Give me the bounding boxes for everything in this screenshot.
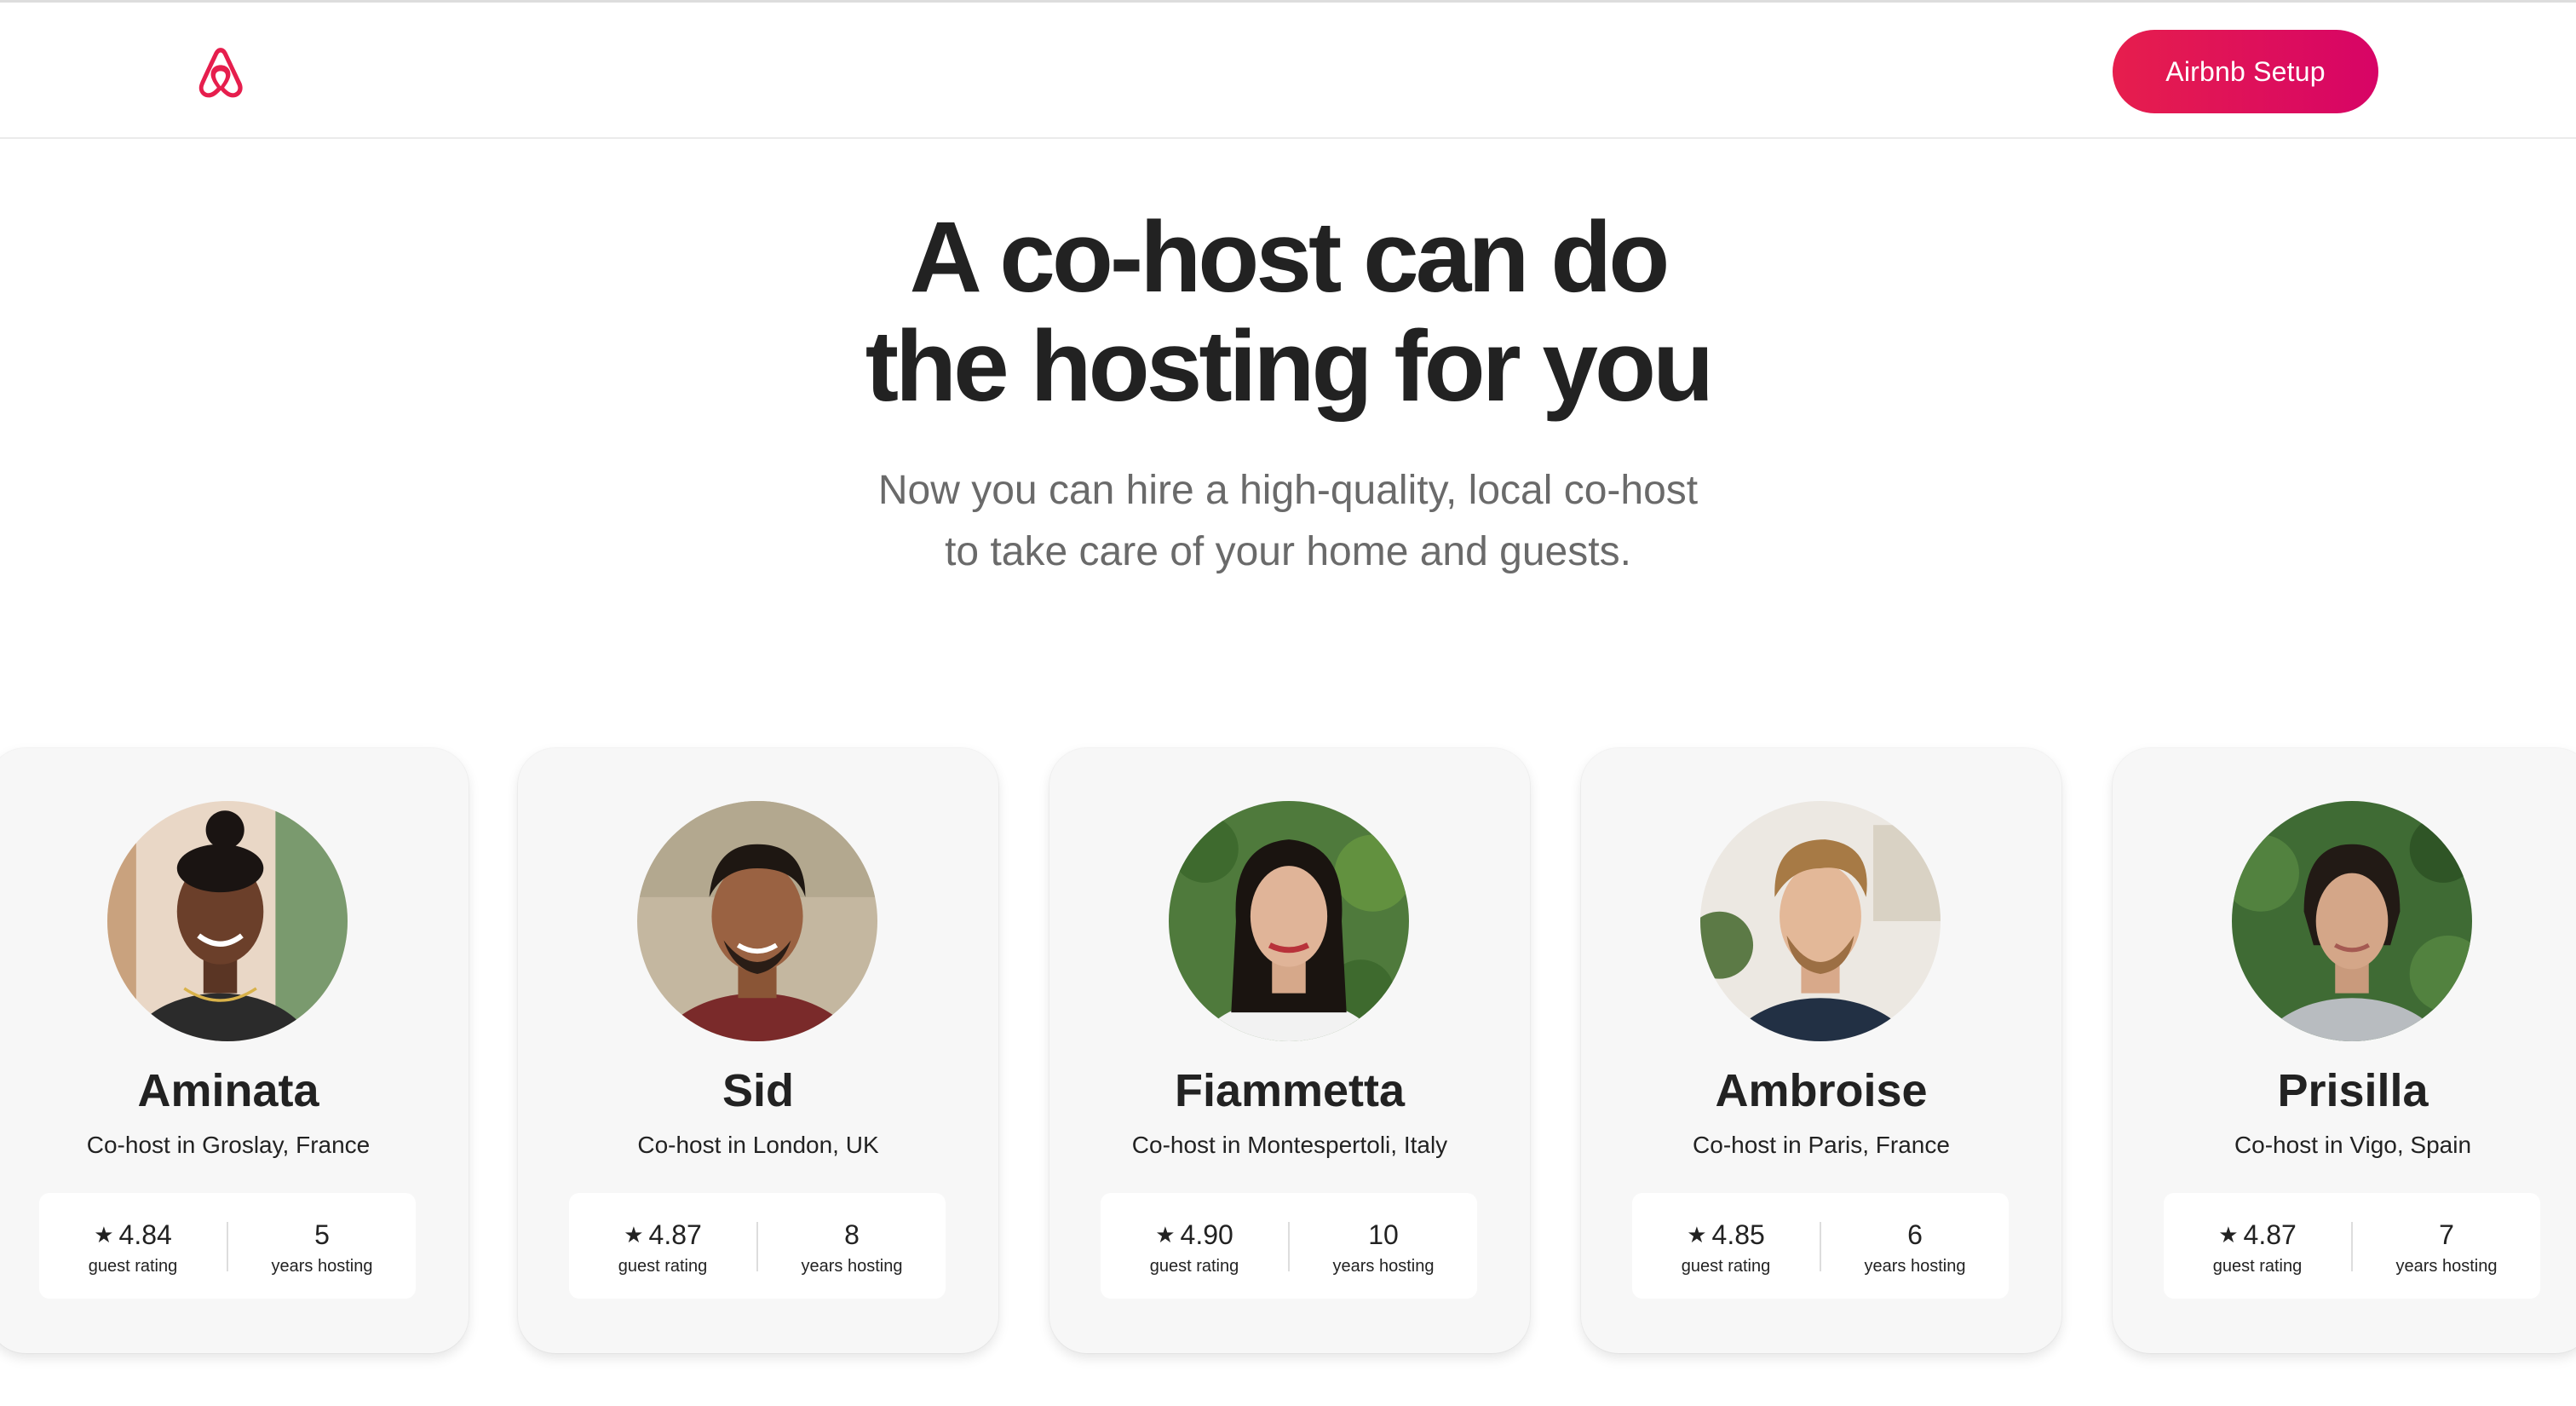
guest-rating-value: 4.87 xyxy=(2243,1219,2297,1250)
avatar xyxy=(1700,801,1941,1041)
star-icon: ★ xyxy=(624,1222,644,1248)
cohost-name: Aminata xyxy=(137,1065,319,1116)
years-hosting-value: 10 xyxy=(1368,1219,1399,1250)
cohost-card-sid[interactable]: Sid Co-host in London, UK ★ 4.87 guest ra… xyxy=(518,748,998,1353)
cohost-stats: ★ 4.90 guest rating 10 years hosting xyxy=(1101,1193,1477,1299)
guest-rating-stat: ★ 4.87 guest rating xyxy=(569,1193,756,1299)
cohost-location: Co-host in Paris, France xyxy=(1693,1132,1950,1158)
hero-title-line-1: A co-host can do xyxy=(909,201,1670,314)
cohost-stats: ★ 4.87 guest rating 8 years hosting xyxy=(569,1193,946,1299)
hero-subtitle: Now you can hire a high-quality, local c… xyxy=(0,460,2576,583)
cohost-name: Prisilla xyxy=(2277,1065,2429,1116)
cohost-card-ambroise[interactable]: Ambroise Co-host in Paris, France ★ 4.85 … xyxy=(1581,748,2061,1353)
hero-subtitle-line-1: Now you can hire a high-quality, local c… xyxy=(877,468,1699,513)
cohost-card-aminata[interactable]: Aminata Co-host in Groslay, France ★ 4.84… xyxy=(0,748,469,1353)
star-icon: ★ xyxy=(1155,1222,1176,1248)
cohost-name: Fiammetta xyxy=(1174,1065,1406,1116)
years-hosting-value: 7 xyxy=(2439,1219,2454,1250)
cohost-location: Co-host in Groslay, France xyxy=(86,1132,371,1158)
guest-rating-stat: ★ 4.90 guest rating xyxy=(1101,1193,1288,1299)
guest-rating-stat: ★ 4.84 guest rating xyxy=(39,1193,227,1299)
years-hosting-stat: 8 years hosting xyxy=(758,1193,946,1299)
guest-rating-label: guest rating xyxy=(618,1257,708,1276)
years-hosting-value: 6 xyxy=(1907,1219,1923,1250)
cohost-location: Co-host in Vigo, Spain xyxy=(2234,1132,2472,1158)
guest-rating-label: guest rating xyxy=(1149,1257,1239,1276)
guest-rating-value: 4.90 xyxy=(1180,1219,1233,1250)
avatar xyxy=(637,801,877,1041)
guest-rating-value: 4.84 xyxy=(118,1219,172,1250)
cohost-location: Co-host in Montespertoli, Italy xyxy=(1131,1132,1448,1158)
years-hosting-label: years hosting xyxy=(1864,1257,1966,1276)
cohost-cards: Aminata Co-host in Groslay, France ★ 4.84… xyxy=(0,748,2576,1362)
star-icon: ★ xyxy=(94,1222,114,1248)
years-hosting-stat: 10 years hosting xyxy=(1290,1193,1477,1299)
cohost-name: Sid xyxy=(722,1065,794,1116)
years-hosting-value: 8 xyxy=(844,1219,860,1250)
cohost-stats: ★ 4.87 guest rating 7 years hosting xyxy=(2164,1193,2540,1299)
cohost-card-prisilla[interactable]: Prisilla Co-host in Vigo, Spain ★ 4.87 gu… xyxy=(2113,748,2576,1353)
star-icon: ★ xyxy=(1687,1222,1707,1248)
years-hosting-stat: 7 years hosting xyxy=(2353,1193,2540,1299)
avatar xyxy=(107,801,348,1041)
years-hosting-stat: 5 years hosting xyxy=(228,1193,416,1299)
cohost-location: Co-host in London, UK xyxy=(637,1132,879,1158)
guest-rating-value: 4.85 xyxy=(1711,1219,1765,1250)
guest-rating-stat: ★ 4.87 guest rating xyxy=(2164,1193,2351,1299)
years-hosting-value: 5 xyxy=(314,1219,330,1250)
hero-title-line-2: the hosting for you xyxy=(865,310,1714,423)
years-hosting-label: years hosting xyxy=(2395,1257,2498,1276)
years-hosting-stat: 6 years hosting xyxy=(1821,1193,2009,1299)
guest-rating-label: guest rating xyxy=(1681,1257,1771,1276)
cohost-name: Ambroise xyxy=(1715,1065,1928,1116)
guest-rating-stat: ★ 4.85 guest rating xyxy=(1632,1193,1820,1299)
avatar xyxy=(1169,801,1409,1041)
site-header: Airbnb Setup xyxy=(0,3,2576,139)
page: Airbnb Setup A co-host can do the hostin… xyxy=(0,0,2576,1406)
star-icon: ★ xyxy=(2218,1222,2239,1248)
cohost-stats: ★ 4.84 guest rating 5 years hosting xyxy=(39,1193,416,1299)
years-hosting-label: years hosting xyxy=(271,1257,373,1276)
years-hosting-label: years hosting xyxy=(801,1257,903,1276)
airbnb-setup-button[interactable]: Airbnb Setup xyxy=(2113,30,2378,113)
cohost-stats: ★ 4.85 guest rating 6 years hosting xyxy=(1632,1193,2009,1299)
hero-subtitle-line-2: to take care of your home and guests. xyxy=(945,529,1631,574)
cohost-card-fiammetta[interactable]: Fiammetta Co-host in Montespertoli, Ital… xyxy=(1049,748,1530,1353)
avatar xyxy=(2232,801,2472,1041)
guest-rating-label: guest rating xyxy=(2212,1257,2303,1276)
hero-title: A co-host can do the hosting for you xyxy=(0,203,2576,421)
guest-rating-label: guest rating xyxy=(88,1257,178,1276)
guest-rating-value: 4.87 xyxy=(648,1219,702,1250)
airbnb-logo-icon[interactable] xyxy=(193,43,249,103)
years-hosting-label: years hosting xyxy=(1332,1257,1435,1276)
